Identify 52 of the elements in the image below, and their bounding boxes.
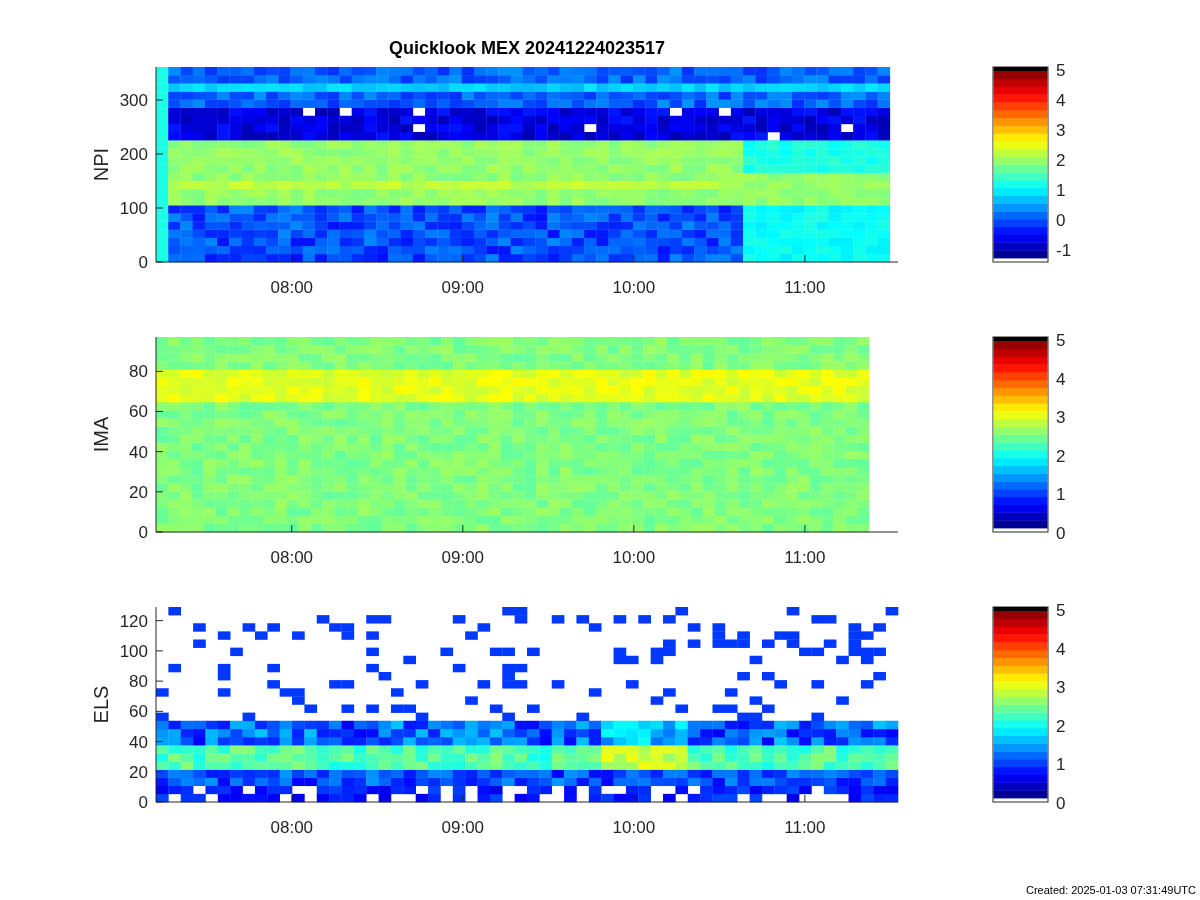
axis-tick-label: 08:00 (270, 548, 314, 567)
colorbar-tick-label: 4 (1056, 639, 1066, 659)
creation-timestamp: Created: 2025-01-03 07:31:49UTC (1026, 884, 1196, 896)
axis-tick-label: 20 (129, 482, 148, 502)
axis-tick-label: 80 (129, 672, 148, 692)
colorbar-tick-label: 2 (1056, 716, 1066, 736)
axis-tick-label: 200 (119, 144, 148, 164)
axis-tick-label: 0 (138, 253, 148, 272)
chart-title: Quicklook MEX 20241224023517 (388, 37, 666, 60)
axis-tick-label: 0 (138, 793, 148, 812)
colorbar-tick-label: -1 (1056, 240, 1072, 260)
axis-tick-label: 08:00 (270, 818, 314, 837)
axis-tick-label: 08:00 (270, 278, 314, 297)
colorbar-tick-label: 5 (1056, 62, 1066, 80)
axis-label: IMA (90, 416, 112, 453)
colorbar-tick-label: 2 (1056, 150, 1066, 170)
axis-tick-label: 0 (138, 523, 148, 542)
axis-tick-label: 100 (119, 641, 148, 661)
axis-tick-label: 11:00 (784, 548, 826, 567)
colorbar-tick-label: 0 (1056, 210, 1066, 230)
axis-tick-label: 40 (129, 732, 148, 752)
colorbar-tick-label: 0 (1056, 794, 1066, 813)
axis-tick-label: 11:00 (784, 278, 826, 297)
axis-tick-label: 100 (119, 199, 148, 218)
colorbar-tick-label: 3 (1056, 120, 1066, 140)
axis-tick-label: 120 (119, 611, 148, 631)
colorbar-tick-label: 4 (1056, 90, 1066, 110)
axis-tick-label: 40 (129, 442, 148, 462)
axis-tick-label: 20 (129, 762, 148, 782)
colorbar-tick-label: 0 (1056, 524, 1066, 543)
axis-tick-label: 300 (119, 90, 148, 110)
axis-tick-label: 09:00 (441, 548, 485, 567)
colorbar-tick-label: 5 (1056, 602, 1066, 620)
axis-tick-label: 60 (129, 702, 148, 722)
colorbar-tick-label: 1 (1056, 755, 1066, 775)
axis-tick-label: 80 (129, 362, 148, 382)
colorbar-tick-label: 2 (1056, 446, 1066, 466)
colorbar-tick-label: 3 (1056, 678, 1066, 698)
colorbar-tick-label: 1 (1056, 485, 1066, 505)
colorbar-tick-label: 5 (1056, 332, 1066, 350)
axis-tick-label: 10:00 (612, 548, 656, 567)
axis-tick-label: 10:00 (612, 278, 656, 297)
colorbar-tick-label: 4 (1056, 369, 1066, 389)
axis-tick-label: 10:00 (612, 818, 656, 837)
colorbar-tick-label: 3 (1056, 408, 1066, 428)
axis-tick-label: 09:00 (441, 818, 485, 837)
axis-tick-label: 60 (129, 402, 148, 422)
axis-tick-label: 11:00 (784, 818, 826, 837)
axis-label: NPI (90, 147, 112, 182)
colorbar-tick-label: 1 (1056, 180, 1066, 200)
axis-tick-label: 09:00 (441, 278, 485, 297)
axis-label: ELS (90, 685, 112, 724)
